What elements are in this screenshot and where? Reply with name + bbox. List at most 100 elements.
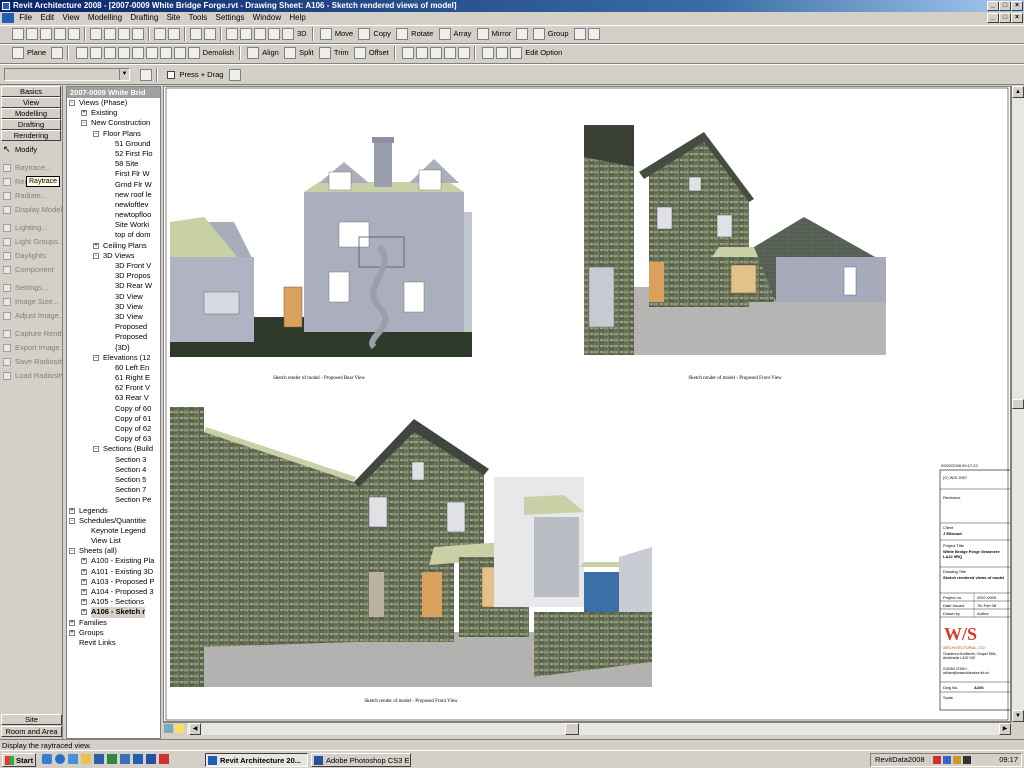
align-icon[interactable] bbox=[247, 47, 260, 59]
tree-item[interactable]: Site Worki bbox=[67, 220, 160, 230]
resize-icon[interactable] bbox=[516, 28, 529, 40]
vertical-scrollbar[interactable]: ▲ ▼ bbox=[1011, 86, 1024, 722]
undo-icon[interactable] bbox=[154, 28, 166, 40]
properties-icon[interactable] bbox=[190, 28, 202, 40]
image-size-tool[interactable]: Image Size... bbox=[0, 295, 62, 309]
copy-clipboard-icon[interactable] bbox=[104, 28, 116, 40]
tree-item[interactable]: - New Construction bbox=[67, 118, 160, 128]
tree-item[interactable]: Proposed bbox=[67, 332, 160, 342]
capture-rendering-tool[interactable]: Capture Rende bbox=[0, 327, 62, 341]
menu-file[interactable]: File bbox=[16, 12, 35, 24]
tab-basics[interactable]: Basics bbox=[1, 86, 61, 97]
tree-item[interactable]: 62 Front V bbox=[67, 383, 160, 393]
tree-item[interactable]: + Existing bbox=[67, 108, 160, 118]
expand-icon[interactable]: + bbox=[81, 589, 87, 595]
modify-tool[interactable]: ↖ Modify bbox=[0, 143, 62, 157]
chevron-down-icon[interactable]: ▼ bbox=[119, 69, 129, 80]
group-button[interactable]: Group bbox=[546, 26, 571, 41]
scroll-left-icon[interactable]: ◀ bbox=[189, 723, 201, 735]
tree-item[interactable]: - Floor Plans bbox=[67, 129, 160, 139]
edit-option-icon[interactable] bbox=[510, 47, 523, 59]
expand-icon[interactable]: + bbox=[69, 619, 75, 626]
scale-icon[interactable] bbox=[164, 724, 173, 733]
uncut-icon[interactable] bbox=[159, 47, 172, 59]
view3d-icon[interactable] bbox=[282, 28, 294, 40]
lighting-tool[interactable]: Lighting... bbox=[0, 221, 62, 235]
tree-item[interactable]: 60 Left En bbox=[67, 363, 160, 373]
rotate-button[interactable]: Rotate bbox=[409, 26, 435, 41]
tree-item[interactable]: 3D Propos bbox=[67, 271, 160, 281]
horizontal-scrollbar[interactable]: ◀ ▶ bbox=[163, 722, 1011, 735]
tab-modelling[interactable]: Modelling bbox=[1, 108, 61, 119]
open-icon[interactable] bbox=[26, 28, 38, 40]
tree-item[interactable]: - Sheets (all) bbox=[67, 546, 160, 556]
array-button[interactable]: Array bbox=[452, 26, 474, 41]
tree-item[interactable]: 52 First Flo bbox=[67, 149, 160, 159]
tree-item[interactable]: Copy of 60 bbox=[67, 404, 160, 414]
minimize-button[interactable]: _ bbox=[987, 1, 999, 11]
zoom-icon[interactable] bbox=[240, 28, 252, 40]
unjoin-icon[interactable] bbox=[131, 47, 144, 59]
maximize-button[interactable]: □ bbox=[999, 1, 1011, 11]
align-button[interactable]: Align bbox=[260, 45, 281, 60]
adjust-image-tool[interactable]: Adjust Image... bbox=[0, 309, 62, 323]
cut-icon[interactable] bbox=[90, 28, 102, 40]
drawing-sheet-view[interactable]: Sketch render of model - Proposed Rear V… bbox=[163, 86, 1011, 722]
filter-icon[interactable] bbox=[228, 69, 241, 81]
word-icon[interactable] bbox=[94, 754, 104, 764]
rotate-icon[interactable] bbox=[396, 28, 409, 40]
edit-option-button[interactable]: Edit Option bbox=[523, 45, 564, 60]
outlook-icon[interactable] bbox=[68, 754, 78, 764]
scroll-up-icon[interactable]: ▲ bbox=[1012, 86, 1024, 98]
collapse-icon[interactable]: - bbox=[93, 446, 99, 453]
tree-item[interactable]: + A104 - Proposed 3 bbox=[67, 587, 160, 597]
delete-icon[interactable] bbox=[132, 28, 144, 40]
tree-item[interactable]: First Flr W bbox=[67, 169, 160, 179]
save-icon[interactable] bbox=[40, 28, 52, 40]
tree-item[interactable]: 58 Site bbox=[67, 159, 160, 169]
tree-item[interactable]: View List bbox=[67, 536, 160, 546]
radiate-tool[interactable]: Radiate... bbox=[0, 189, 62, 203]
trim-icon[interactable] bbox=[318, 47, 331, 59]
tree-item[interactable]: - Elevations (12 bbox=[67, 353, 160, 363]
expand-icon[interactable]: + bbox=[81, 609, 87, 616]
collapse-icon[interactable]: - bbox=[93, 354, 99, 361]
tree-item[interactable]: 3D View bbox=[67, 292, 160, 302]
antivirus-icon[interactable] bbox=[932, 756, 941, 765]
print-icon[interactable] bbox=[54, 28, 66, 40]
light-groups-tool[interactable]: Light Groups... bbox=[0, 235, 62, 249]
tree-item[interactable]: + Ceiling Plans bbox=[67, 241, 160, 251]
paste-icon[interactable] bbox=[118, 28, 130, 40]
folder-icon[interactable] bbox=[81, 754, 91, 764]
tab-view[interactable]: View bbox=[1, 97, 61, 108]
option-add-icon[interactable] bbox=[415, 47, 428, 59]
network-icon[interactable] bbox=[942, 756, 951, 765]
component-tool[interactable]: Component bbox=[0, 263, 62, 277]
demolish-icon[interactable] bbox=[187, 47, 200, 59]
acrobat-icon[interactable] bbox=[159, 754, 169, 764]
tree-item[interactable]: Copy of 61 bbox=[67, 414, 160, 424]
menu-tools[interactable]: Tools bbox=[186, 12, 211, 24]
expand-icon[interactable]: + bbox=[69, 507, 75, 514]
mirror-icon[interactable] bbox=[476, 28, 489, 40]
option-add2-icon[interactable] bbox=[482, 47, 495, 59]
tree-item[interactable]: - Views (Phase) bbox=[67, 98, 160, 108]
new-icon[interactable] bbox=[12, 28, 24, 40]
start-button[interactable]: Start bbox=[2, 753, 36, 767]
menu-site[interactable]: Site bbox=[164, 12, 184, 24]
settings-tool[interactable]: Settings... bbox=[0, 281, 62, 295]
scroll-right-icon[interactable]: ▶ bbox=[999, 723, 1011, 735]
tree-item[interactable]: Revit Links bbox=[67, 638, 160, 648]
dimension-icon[interactable] bbox=[226, 28, 238, 40]
tree-item[interactable]: Section 3 bbox=[67, 455, 160, 465]
tree-item[interactable]: + A106 - Sketch r bbox=[67, 607, 160, 618]
option-pick-icon[interactable] bbox=[429, 47, 442, 59]
plane-button[interactable]: Plane bbox=[25, 45, 48, 60]
dynamic-view-icon[interactable] bbox=[254, 28, 266, 40]
save-radiosity-tool[interactable]: Save Radiosity... bbox=[0, 355, 62, 369]
internet-explorer-icon[interactable] bbox=[55, 754, 65, 764]
plane-icon[interactable] bbox=[12, 47, 24, 59]
collapse-icon[interactable]: - bbox=[69, 517, 75, 524]
tree-item[interactable]: - Sections (Build bbox=[67, 444, 160, 454]
design-options-icon[interactable] bbox=[401, 47, 414, 59]
